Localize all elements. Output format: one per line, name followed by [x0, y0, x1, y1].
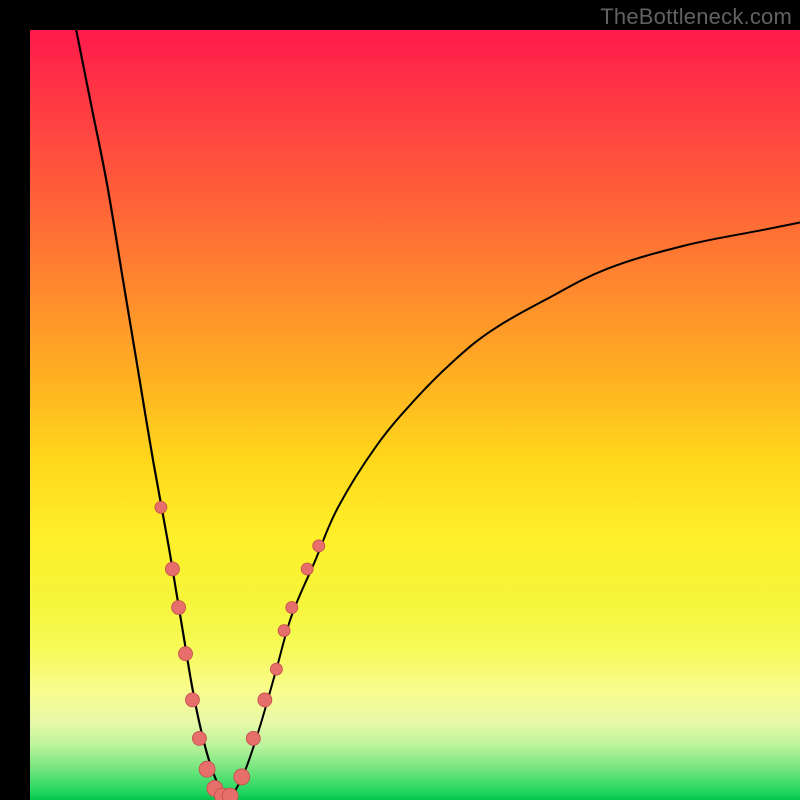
chart-frame: TheBottleneck.com: [0, 0, 800, 800]
plot-area: [30, 30, 800, 800]
data-marker: [165, 562, 179, 576]
data-marker: [234, 769, 250, 785]
watermark-text: TheBottleneck.com: [600, 4, 792, 30]
data-marker: [179, 647, 193, 661]
data-marker: [278, 625, 290, 637]
data-marker: [258, 693, 272, 707]
data-marker: [313, 540, 325, 552]
curves-svg: [30, 30, 800, 800]
left-curve: [76, 30, 230, 800]
data-marker: [301, 563, 313, 575]
data-marker: [199, 761, 215, 777]
data-marker: [270, 663, 282, 675]
data-marker: [172, 601, 186, 615]
marker-group: [155, 501, 325, 800]
data-marker: [192, 731, 206, 745]
data-marker: [155, 501, 167, 513]
data-marker: [246, 731, 260, 745]
data-marker: [286, 602, 298, 614]
right-curve: [230, 223, 800, 800]
data-marker: [222, 788, 238, 800]
data-marker: [185, 693, 199, 707]
